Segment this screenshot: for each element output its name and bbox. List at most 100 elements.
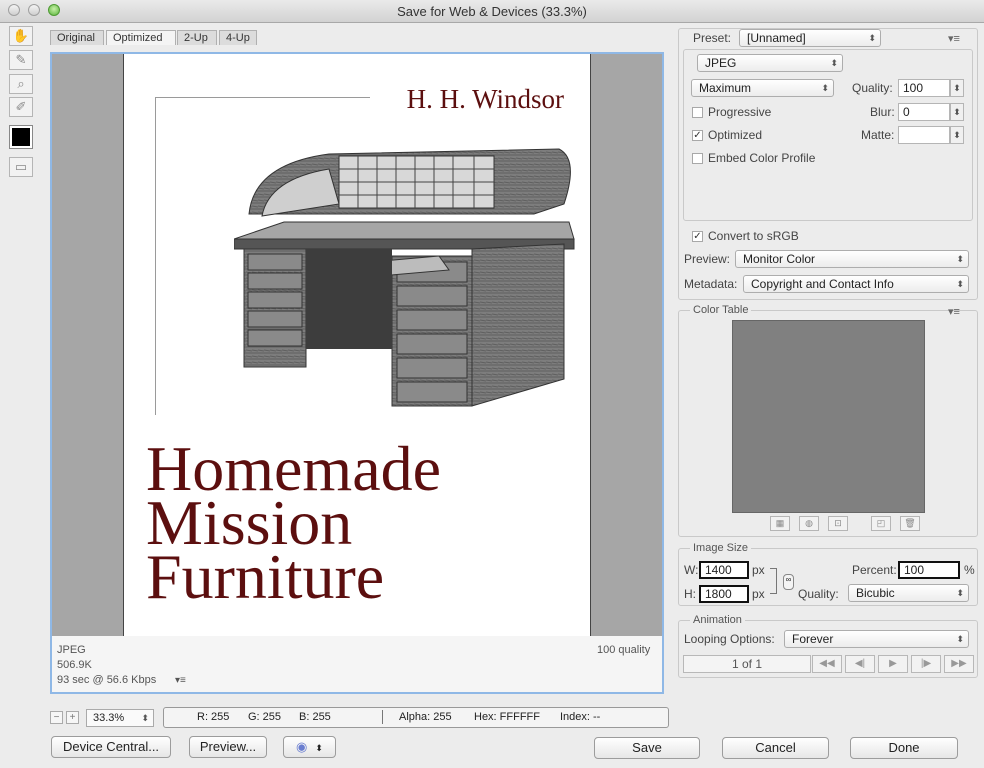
- title-line: Furniture: [146, 541, 385, 612]
- blur-stepper[interactable]: ⬍: [950, 103, 964, 121]
- download-speed-menu-icon[interactable]: ▾≡: [175, 675, 186, 686]
- matte-color-input[interactable]: [898, 126, 950, 144]
- map-transparent-button[interactable]: ▦: [770, 516, 790, 531]
- preview-color-select[interactable]: Monitor Color: [735, 250, 969, 268]
- magnifier-icon: ⌕: [17, 76, 25, 91]
- pixel-info-bar: R: 255 G: 255 B: 255 Alpha: 255 Hex: FFF…: [163, 707, 669, 728]
- color-table-title: Color Table: [690, 304, 752, 316]
- tab-optimized[interactable]: Optimized: [106, 30, 176, 45]
- new-color-button[interactable]: ◰: [871, 516, 891, 531]
- hand-tool[interactable]: ✋: [9, 26, 33, 46]
- matte-stepper[interactable]: ⬍: [950, 126, 964, 144]
- save-button[interactable]: Save: [594, 737, 700, 759]
- zoom-out-button[interactable]: −: [50, 711, 63, 724]
- width-input[interactable]: 1400: [699, 561, 749, 579]
- document-preview: H. H. Windsor Homemade Mission Furniture: [123, 54, 591, 636]
- frame-counter: 1 of 1: [683, 655, 811, 673]
- image-size-title: Image Size: [690, 542, 752, 554]
- convert-srgb-label: Convert to sRGB: [708, 229, 799, 243]
- toggle-slices-visibility[interactable]: ▭: [9, 157, 33, 177]
- index-value: Index: --: [560, 711, 601, 723]
- quality-stepper[interactable]: ⬍: [950, 79, 964, 97]
- convert-srgb-checkbox[interactable]: ✓: [692, 231, 703, 242]
- preview-label: Preview:: [684, 252, 731, 266]
- chevron-updown-icon: ⬍: [315, 743, 323, 753]
- quality-label: Quality:: [852, 81, 893, 95]
- looping-options-select[interactable]: Forever: [784, 630, 969, 648]
- fast-forward-icon: ▶▶: [951, 658, 967, 669]
- percent-label: Percent:: [852, 563, 897, 577]
- zoom-tool[interactable]: ⌕: [9, 74, 33, 94]
- chevron-updown-icon: ⬍: [141, 713, 149, 723]
- metadata-label: Metadata:: [684, 277, 738, 291]
- resample-quality-select[interactable]: Bicubic: [848, 584, 969, 602]
- slice-select-tool[interactable]: ✎: [9, 50, 33, 70]
- delete-color-button[interactable]: 🗑: [900, 516, 920, 531]
- lock-color-button[interactable]: ⊡: [828, 516, 848, 531]
- compression-quality-select[interactable]: Maximum: [691, 79, 834, 97]
- zoom-in-button[interactable]: +: [66, 711, 79, 724]
- zoom-level-select[interactable]: 33.3% ⬍: [86, 709, 154, 727]
- animation-title: Animation: [690, 614, 745, 626]
- eyedropper-color-swatch[interactable]: [9, 125, 33, 149]
- blue-value: B: 255: [299, 711, 331, 723]
- quality-input[interactable]: 100: [898, 79, 950, 97]
- done-button[interactable]: Done: [850, 737, 958, 759]
- window-title: Save for Web & Devices (33.3%): [397, 4, 587, 19]
- browser-icon: ◉: [296, 739, 308, 754]
- tab-4-up[interactable]: 4-Up: [219, 30, 257, 45]
- eyedropper-icon: ✐: [15, 99, 27, 114]
- step-back-icon: ◀|: [854, 658, 866, 669]
- preset-label: Preset:: [693, 31, 732, 45]
- trash-icon: 🗑: [904, 518, 916, 528]
- preset-select[interactable]: [Unnamed]: [739, 29, 881, 47]
- width-unit: px: [752, 563, 765, 577]
- lock-icon: ⊡: [834, 518, 842, 528]
- metadata-select[interactable]: Copyright and Contact Info: [743, 275, 969, 293]
- new-swatch-icon: ◰: [876, 518, 886, 528]
- hand-icon: ✋: [12, 28, 30, 43]
- transparency-icon: ▦: [775, 518, 785, 528]
- rewind-icon: ◀◀: [819, 658, 835, 669]
- cancel-button[interactable]: Cancel: [722, 737, 829, 759]
- last-frame-button[interactable]: ▶▶: [944, 655, 974, 673]
- zoom-level-value: 33.3%: [93, 712, 125, 724]
- status-file-size: 506.9K: [57, 659, 92, 671]
- previous-frame-button[interactable]: ◀|: [845, 655, 875, 673]
- play-button[interactable]: ▶: [878, 655, 908, 673]
- device-central-button[interactable]: Device Central...: [51, 736, 171, 758]
- blur-input[interactable]: 0: [898, 103, 950, 121]
- optimize-menu-icon[interactable]: ▾≡: [948, 32, 960, 45]
- link-icon[interactable]: ∞: [783, 574, 794, 590]
- resample-quality-label: Quality:: [798, 587, 839, 601]
- tab-original[interactable]: Original: [50, 30, 104, 45]
- green-value: G: 255: [248, 711, 282, 723]
- looping-options-label: Looping Options:: [684, 632, 775, 646]
- file-format-select[interactable]: JPEG: [697, 54, 843, 72]
- progressive-label: Progressive: [708, 105, 772, 119]
- next-frame-button[interactable]: |▶: [911, 655, 941, 673]
- height-unit: px: [752, 587, 765, 601]
- matte-label: Matte:: [861, 128, 895, 142]
- preview-button[interactable]: Preview...: [189, 736, 267, 758]
- web-shift-button[interactable]: ◍: [799, 516, 819, 531]
- eyedropper-tool[interactable]: ✐: [9, 97, 33, 117]
- browser-preview-select[interactable]: ◉ ⬍: [283, 736, 336, 758]
- percent-input[interactable]: 100: [898, 561, 960, 579]
- optimized-checkbox[interactable]: ✓: [692, 130, 703, 141]
- play-icon: ▶: [889, 658, 897, 669]
- width-label: W:: [684, 563, 699, 577]
- height-input[interactable]: 1800: [699, 585, 749, 603]
- status-download-time: 93 sec @ 56.6 Kbps: [57, 674, 157, 686]
- info-divider: [382, 710, 383, 724]
- color-table-swatches[interactable]: [732, 320, 925, 513]
- constrain-bracket: [770, 568, 777, 594]
- tab-2-up[interactable]: 2-Up: [177, 30, 217, 45]
- embed-color-profile-checkbox[interactable]: [692, 153, 703, 164]
- color-table-menu-icon[interactable]: ▾≡: [948, 305, 960, 318]
- first-frame-button[interactable]: ◀◀: [812, 655, 842, 673]
- status-format: JPEG: [57, 644, 86, 656]
- progressive-checkbox[interactable]: [692, 107, 703, 118]
- rolltop-desk-illustration: [234, 148, 575, 407]
- book-author: H. H. Windsor: [406, 84, 564, 114]
